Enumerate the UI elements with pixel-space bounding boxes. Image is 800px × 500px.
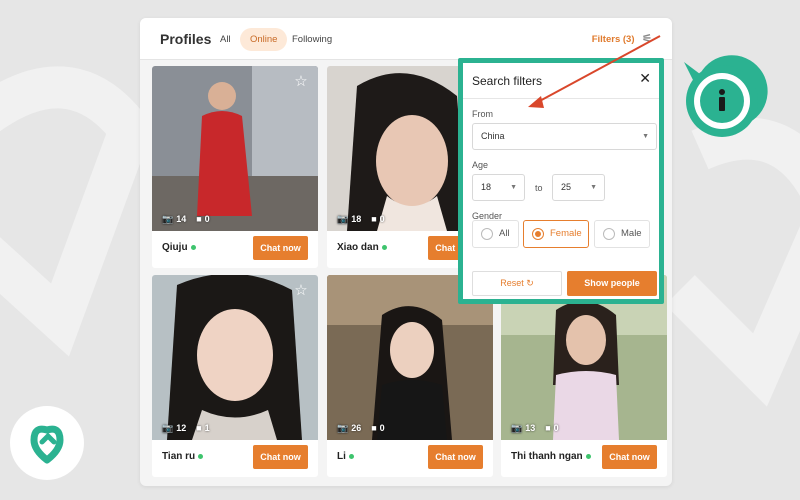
show-people-button[interactable]: Show people [567,271,657,296]
video-count: 0 [553,423,559,433]
heart-logo-icon [30,425,64,464]
photo-count: 18 [351,214,362,224]
profile-card[interactable]: 📷 26 ■ 0 Li Chat now [327,275,493,477]
online-indicator [381,244,387,250]
video-count: 1 [204,423,210,433]
photo-count: 13 [525,423,536,433]
radio-selected-icon [532,228,544,240]
radio-icon [481,228,493,240]
photo-count: 14 [176,214,187,224]
chevron-down-icon: ▼ [510,184,517,191]
media-counts: 📷 14 ■ 0 [162,214,210,225]
favorite-star-icon[interactable]: ☆ [292,282,310,300]
video-count: 0 [204,214,210,224]
chevron-down-icon: ▼ [642,133,649,140]
video-icon: ■ [371,423,377,433]
page-title: Profiles [160,31,212,47]
camera-icon: 📷 [511,423,523,433]
online-indicator [348,453,354,459]
camera-icon: 📷 [337,423,349,433]
filters-label: Filters (3) [591,34,635,45]
profile-card[interactable]: ☆ 📷 14 ■ 0 Qiuju Chat now [152,66,318,268]
online-indicator [190,244,196,250]
chat-now-button[interactable]: Chat now [253,236,308,260]
video-icon: ■ [196,423,202,433]
video-icon: ■ [371,214,377,224]
tab-online[interactable]: Online [240,28,288,51]
media-counts: 📷 12 ■ 1 [162,423,210,434]
camera-icon: 📷 [337,214,349,224]
tab-all[interactable]: All [212,28,239,51]
refresh-icon: ↻ [526,278,534,288]
reset-button[interactable]: Reset ↻ [472,271,562,296]
media-counts: 📷 18 ■ 0 [337,214,385,225]
tab-following[interactable]: Following [284,28,340,51]
video-icon: ■ [196,214,202,224]
photo-count: 12 [176,423,187,433]
video-icon: ■ [545,423,551,433]
gender-option-female[interactable]: Female [523,220,589,248]
video-count: 0 [379,423,385,433]
gender-option-all[interactable]: All [472,220,519,248]
search-filters-header: Search filters ✕ [463,63,659,99]
country-select[interactable]: China ▼ [472,123,657,150]
age-label: Age [472,160,489,170]
radio-icon [603,228,615,240]
profile-name[interactable]: Thi thanh ngan [511,451,591,462]
profile-name[interactable]: Xiao dan [337,242,387,253]
video-count: 0 [379,214,385,224]
profile-card[interactable]: 📷 13 ■ 0 Thi thanh ngan Chat now [501,275,667,477]
photo-count: 26 [351,423,362,433]
filters-button[interactable]: Filters (3) ⚟ [592,32,652,45]
brand-logo [10,406,84,480]
search-filters-title: Search filters [472,74,543,88]
age-max-select[interactable]: 25 ▼ [552,174,605,201]
sliders-icon: ⚟ [642,33,652,45]
favorite-star-icon[interactable]: ☆ [292,73,310,91]
profile-card[interactable]: ☆ 📷 12 ■ 1 Tian ru Chat now [152,275,318,477]
close-icon[interactable]: ✕ [639,70,651,87]
search-filters-panel: Search filters ✕ From China ▼ Age 18 ▼ to … [458,58,664,304]
from-label: From [472,109,493,119]
chat-now-button[interactable]: Chat now [253,445,308,469]
chevron-down-icon: ▼ [590,184,597,191]
camera-icon: 📷 [162,423,174,433]
age-min-select[interactable]: 18 ▼ [472,174,525,201]
profiles-header: Profiles All Online Following Filters (3… [140,18,672,60]
camera-icon: 📷 [162,214,174,224]
profile-name[interactable]: Li [337,451,354,462]
chat-now-button[interactable]: Chat now [428,445,483,469]
online-indicator [585,453,591,459]
online-indicator [198,453,204,459]
age-range-separator: to [535,183,543,193]
gender-option-male[interactable]: Male [594,220,650,248]
profile-name[interactable]: Qiuju [162,242,196,253]
chat-now-button[interactable]: Chat now [602,445,657,469]
media-counts: 📷 13 ■ 0 [511,423,559,434]
media-counts: 📷 26 ■ 0 [337,423,385,434]
profile-name[interactable]: Tian ru [162,451,204,462]
